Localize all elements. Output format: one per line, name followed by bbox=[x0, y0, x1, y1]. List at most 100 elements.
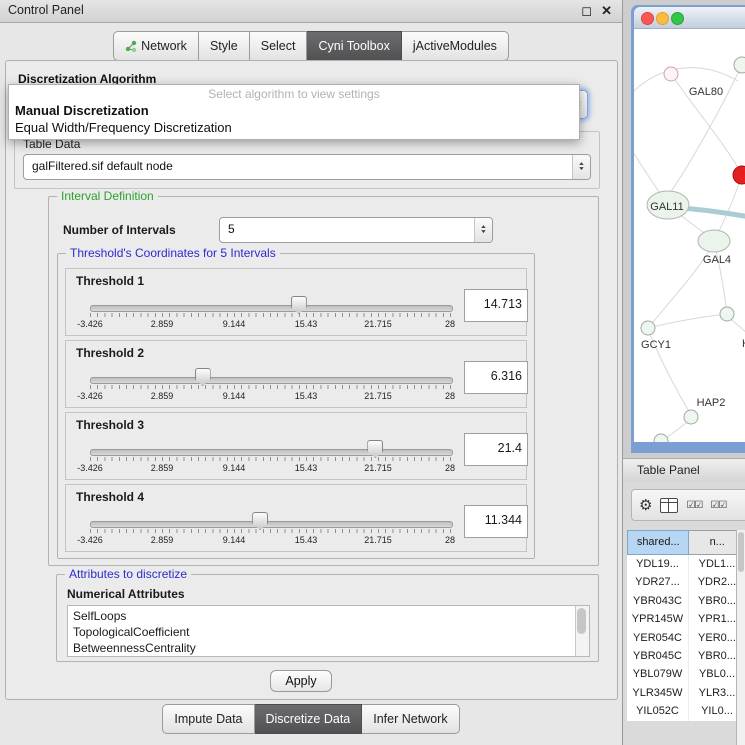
attribute-item[interactable]: BetweennessCentrality bbox=[68, 640, 589, 656]
tab-label: Select bbox=[261, 39, 296, 53]
table-data-combobox[interactable]: galFiltered.sif default node ▲ ▼ bbox=[23, 154, 591, 180]
tab-jactivemodules[interactable]: jActiveModules bbox=[402, 31, 509, 61]
apply-button[interactable]: Apply bbox=[270, 670, 332, 692]
combo-stepper[interactable]: ▲ ▼ bbox=[572, 155, 590, 179]
close-window-icon[interactable]: ✕ bbox=[601, 3, 612, 19]
slider-track[interactable] bbox=[90, 521, 453, 528]
table-row[interactable]: YER054CYER0... bbox=[627, 629, 745, 647]
tab-cyni-toolbox[interactable]: Cyni Toolbox bbox=[307, 31, 401, 61]
slider-ticks bbox=[90, 457, 452, 461]
threshold-value-field[interactable]: 21.4 bbox=[464, 433, 528, 466]
numerical-attributes-label: Numerical Attributes bbox=[67, 587, 185, 601]
numerical-attributes-list[interactable]: SelfLoopsTopologicalCoefficientBetweenne… bbox=[67, 605, 590, 657]
slider-scale-label: 28 bbox=[445, 391, 455, 401]
tab-style[interactable]: Style bbox=[199, 31, 250, 61]
slider-scale-label: 9.144 bbox=[223, 391, 246, 401]
table-scrollbar[interactable] bbox=[736, 530, 745, 745]
thresholds-group: Threshold's Coordinates for 5 Intervals … bbox=[57, 253, 535, 559]
threshold-rows: Threshold 1-3.4262.8599.14415.4321.71528… bbox=[65, 268, 527, 556]
network-window-titlebar[interactable] bbox=[634, 7, 745, 29]
algorithm-option[interactable]: Manual Discretization bbox=[9, 102, 579, 119]
network-edge[interactable] bbox=[648, 314, 726, 328]
slider-scale-label: 15.43 bbox=[295, 319, 318, 329]
algorithm-option[interactable]: Equal Width/Frequency Discretization bbox=[9, 119, 579, 136]
threshold-row: Threshold 2-3.4262.8599.14415.4321.71528… bbox=[65, 340, 527, 408]
slider-track[interactable] bbox=[90, 305, 453, 312]
network-node[interactable] bbox=[734, 57, 745, 73]
slider-scale-label: 15.43 bbox=[295, 391, 318, 401]
slider-track[interactable] bbox=[90, 377, 453, 384]
table-row[interactable]: YDR27...YDR2... bbox=[627, 573, 745, 591]
network-node[interactable] bbox=[698, 230, 730, 252]
attributes-group: Attributes to discretize Numerical Attri… bbox=[56, 574, 599, 662]
threshold-value-field[interactable]: 14.713 bbox=[464, 289, 528, 322]
attribute-item[interactable]: SelfLoops bbox=[68, 608, 589, 624]
bottom-tab-infer-network[interactable]: Infer Network bbox=[362, 704, 459, 734]
table-cell: YPR145W bbox=[627, 610, 689, 628]
slider-ticks bbox=[90, 529, 452, 533]
slider-scale-label: 2.859 bbox=[151, 391, 174, 401]
table-cell: YIL052C bbox=[627, 702, 689, 720]
network-node[interactable] bbox=[664, 67, 678, 81]
attribute-item[interactable]: TopologicalCoefficient bbox=[68, 624, 589, 640]
network-node[interactable] bbox=[641, 321, 655, 335]
zoom-traffic-light-icon[interactable] bbox=[671, 12, 684, 25]
tab-label: Network bbox=[141, 39, 187, 53]
threshold-value-field[interactable]: 6.316 bbox=[464, 361, 528, 394]
select-all-icon[interactable]: ☑☑ bbox=[686, 500, 702, 511]
gear-icon[interactable]: ⚙ bbox=[639, 496, 652, 514]
algorithm-placeholder-option[interactable]: Select algorithm to view settings bbox=[9, 87, 579, 102]
algorithm-options-list: Manual DiscretizationEqual Width/Frequen… bbox=[9, 102, 579, 136]
threshold-label: Threshold 2 bbox=[76, 346, 144, 360]
table-row[interactable]: YBR045CYBR0... bbox=[627, 647, 745, 665]
network-graph[interactable]: GAL80GAL11GAL4GCY1HAP2H bbox=[634, 29, 745, 442]
tab-network[interactable]: Network bbox=[113, 31, 199, 61]
column-header[interactable]: shared... bbox=[627, 530, 689, 555]
float-window-icon[interactable]: ◻ bbox=[581, 3, 592, 19]
list-scrollbar-thumb[interactable] bbox=[577, 608, 586, 634]
network-edge[interactable] bbox=[670, 65, 742, 193]
table-row[interactable]: YLR345WYLR3... bbox=[627, 684, 745, 702]
tab-select[interactable]: Select bbox=[250, 31, 308, 61]
table-row[interactable]: YBL079WYBL0... bbox=[627, 665, 745, 683]
slider-scale-label: 2.859 bbox=[151, 319, 174, 329]
table-row[interactable]: YPR145WYPR1... bbox=[627, 610, 745, 628]
interval-definition-legend: Interval Definition bbox=[57, 189, 158, 203]
combo-stepper[interactable]: ▲ ▼ bbox=[474, 218, 492, 242]
table-rows: YDL19...YDL1...YDR27...YDR2...YBR043CYBR… bbox=[627, 555, 745, 721]
list-scrollbar[interactable] bbox=[575, 606, 589, 656]
table-data-value: galFiltered.sif default node bbox=[32, 155, 173, 177]
slider-scale-label: 15.43 bbox=[295, 535, 318, 545]
table-row[interactable]: YBR043CYBR0... bbox=[627, 592, 745, 610]
table-cell: YER054C bbox=[627, 629, 689, 647]
control-panel-window: Control Panel ◻ ✕ Network Style Select Cyni… bbox=[0, 0, 622, 745]
minimize-traffic-light-icon[interactable] bbox=[656, 12, 669, 25]
threshold-row: Threshold 4-3.4262.8599.14415.4321.71528… bbox=[65, 484, 527, 552]
threshold-value-field[interactable]: 11.344 bbox=[464, 505, 528, 538]
selected-network-node[interactable] bbox=[733, 166, 745, 184]
network-node[interactable] bbox=[654, 434, 668, 442]
bottom-tab-discretize-data[interactable]: Discretize Data bbox=[255, 704, 363, 734]
table-scrollbar-thumb[interactable] bbox=[738, 532, 744, 572]
slider-track[interactable] bbox=[90, 449, 453, 456]
network-node[interactable] bbox=[684, 410, 698, 424]
tab-label: jActiveModules bbox=[413, 39, 497, 53]
number-of-intervals-combobox[interactable]: 5 ▲ ▼ bbox=[219, 217, 493, 243]
network-node[interactable] bbox=[720, 307, 734, 321]
slider-scale-label: 28 bbox=[445, 463, 455, 473]
table-row[interactable]: YIL052CYIL0... bbox=[627, 702, 745, 720]
table-panel-header[interactable]: Table Panel bbox=[623, 458, 745, 483]
network-canvas[interactable]: GAL80GAL11GAL4GCY1HAP2H bbox=[634, 29, 745, 442]
bottom-tab-impute-data[interactable]: Impute Data bbox=[162, 704, 254, 734]
slider-scale-label: 2.859 bbox=[151, 463, 174, 473]
threshold-row: Threshold 1-3.4262.8599.14415.4321.71528… bbox=[65, 268, 527, 336]
slider-scale-label: 15.43 bbox=[295, 463, 318, 473]
close-traffic-light-icon[interactable] bbox=[641, 12, 654, 25]
control-panel-titlebar[interactable]: Control Panel ◻ ✕ bbox=[0, 0, 622, 23]
columns-icon[interactable] bbox=[660, 498, 678, 513]
table-cell: YBL079W bbox=[627, 665, 689, 683]
table-row[interactable]: YDL19...YDL1... bbox=[627, 555, 745, 573]
deselect-all-icon[interactable]: ☑☑ bbox=[710, 500, 726, 511]
table-cell: YLR345W bbox=[627, 684, 689, 702]
network-edge[interactable] bbox=[634, 147, 662, 197]
